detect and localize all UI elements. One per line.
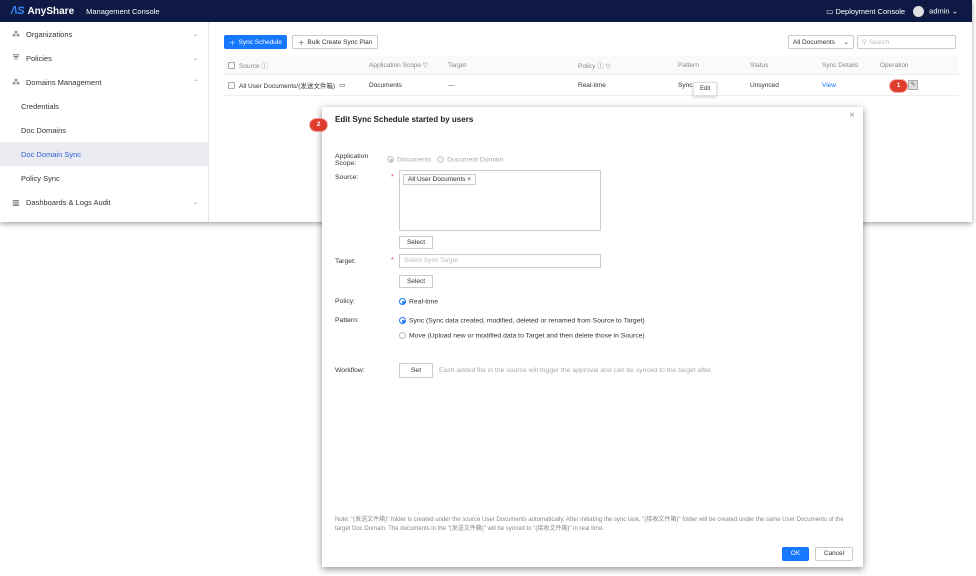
search-icon: ⚲ bbox=[862, 39, 867, 46]
chevron-down-icon: ⌄ bbox=[951, 5, 958, 15]
app-scope-documents-radio: Documents bbox=[387, 156, 431, 164]
source-select-button[interactable]: Select bbox=[399, 236, 433, 249]
domain-icon: ⁂ bbox=[12, 77, 20, 87]
plus-icon: ＋ bbox=[297, 40, 305, 47]
top-bar: /\S AnyShare Management Console ▭ Deploy… bbox=[0, 0, 972, 22]
workflow-row: Workflow: Set Each added file in the sou… bbox=[335, 363, 713, 378]
table-header: Source ⓘ Application Scope ▽ Target Poli… bbox=[224, 56, 959, 75]
view-details-link[interactable]: View bbox=[822, 82, 880, 89]
policy-realtime-radio[interactable]: Real-time bbox=[399, 298, 438, 305]
sidebar-item-doc-domain-sync[interactable]: Doc Domain Sync bbox=[0, 142, 208, 166]
close-icon[interactable]: × bbox=[849, 110, 855, 121]
bulk-create-button[interactable]: ＋ Bulk Create Sync Plan bbox=[291, 35, 379, 49]
col-operation: Operation bbox=[880, 61, 909, 69]
chevron-down-icon: ⌄ bbox=[192, 31, 198, 38]
col-details: Sync Details bbox=[822, 61, 859, 69]
app-scope-domain-radio: Document Domain bbox=[437, 156, 503, 164]
cancel-button[interactable]: Cancel bbox=[815, 547, 853, 561]
required-mark: * bbox=[391, 174, 394, 181]
dialog-title: Edit Sync Schedule started by users bbox=[335, 115, 474, 124]
pattern-sync-radio[interactable]: Sync (Sync data created, modified, delet… bbox=[399, 317, 645, 324]
sync-schedule-button[interactable]: ＋ Sync Schedule bbox=[224, 35, 287, 49]
source-box[interactable]: All User Documents × bbox=[399, 170, 601, 231]
workflow-set-button[interactable]: Set bbox=[399, 363, 433, 378]
edit-sync-dialog: Edit Sync Schedule started by users × Ap… bbox=[322, 107, 863, 567]
pattern-move-row: Move (Upload new or modified data to Tar… bbox=[399, 332, 645, 339]
required-mark: * bbox=[391, 257, 394, 264]
ok-button[interactable]: OK bbox=[782, 547, 809, 561]
workflow-description: Each added file in the source will trigg… bbox=[439, 367, 713, 374]
pattern-row: Pattern: Sync (Sync data created, modifi… bbox=[335, 317, 645, 325]
chevron-down-icon: ⌄ bbox=[192, 55, 198, 62]
chevron-up-icon: ⌃ bbox=[192, 79, 198, 86]
sidebar: ⁂ Organizations ⌄ ⛨ Policies ⌄ ⁂ Domains… bbox=[0, 22, 209, 222]
col-app-scope[interactable]: Application Scope ▽ bbox=[369, 61, 448, 69]
sidebar-item-doc-domains[interactable]: Doc Domains bbox=[0, 118, 208, 142]
sidebar-item-policies[interactable]: ⛨ Policies ⌄ bbox=[0, 46, 208, 70]
org-icon: ⁂ bbox=[12, 29, 20, 39]
step-badge-2: 2 bbox=[310, 119, 327, 131]
policy-row: Policy: Real-time bbox=[335, 298, 439, 306]
avatar bbox=[913, 5, 925, 17]
note-text: Note: "(发送文件箱)" folder is created under … bbox=[335, 517, 844, 532]
plus-icon: ＋ bbox=[229, 40, 236, 47]
sidebar-item-domains-management[interactable]: ⁂ Domains Management ⌃ bbox=[0, 70, 208, 94]
sidebar-item-dashboards[interactable]: ▥ Dashboards & Logs Audit ⌄ bbox=[0, 190, 208, 214]
chart-icon: ▥ bbox=[12, 197, 20, 207]
row-checkbox[interactable] bbox=[228, 81, 235, 89]
edit-tooltip: Edit bbox=[693, 82, 718, 96]
chevron-down-icon: ⌄ bbox=[843, 39, 849, 46]
source-tag[interactable]: All User Documents × bbox=[403, 174, 477, 185]
monitor-icon: ▭ bbox=[826, 6, 834, 16]
anyshare-logo-icon: /\S bbox=[11, 5, 25, 17]
col-status: Status bbox=[750, 61, 769, 69]
console-title: Management Console bbox=[86, 6, 160, 16]
target-label: Target: bbox=[335, 258, 356, 265]
sidebar-item-credentials[interactable]: Credentials bbox=[0, 94, 208, 118]
logo: /\S AnyShare bbox=[11, 5, 74, 17]
scope-select[interactable]: All Documents ⌄ bbox=[788, 35, 854, 49]
pattern-move-radio[interactable]: Move (Upload new or modified data to Tar… bbox=[399, 332, 645, 339]
shield-icon: ⛨ bbox=[13, 53, 19, 62]
col-policy[interactable]: Policy ⓘ ▽ bbox=[578, 60, 678, 70]
select-all-checkbox[interactable] bbox=[228, 61, 235, 69]
deployment-console-link[interactable]: ▭ Deployment Console bbox=[826, 7, 905, 16]
search-input[interactable]: ⚲ Search bbox=[857, 35, 956, 49]
user-menu[interactable]: admin ⌄ bbox=[913, 5, 958, 17]
source-label: Source: bbox=[335, 174, 359, 181]
brand-name: AnyShare bbox=[27, 5, 75, 17]
chevron-down-icon: ⌄ bbox=[192, 199, 198, 206]
sidebar-item-organizations[interactable]: ⁂ Organizations ⌄ bbox=[0, 22, 208, 46]
edit-icon[interactable]: ✎ bbox=[908, 80, 918, 90]
col-pattern: Pattern bbox=[678, 61, 699, 69]
sidebar-item-policy-sync[interactable]: Policy Sync bbox=[0, 166, 208, 190]
table-row: All User Documents/(发送文件箱) ▭ Documents --… bbox=[224, 75, 959, 96]
target-select-button[interactable]: Select bbox=[399, 275, 433, 288]
folder-icon: ▭ bbox=[339, 82, 346, 89]
target-input[interactable]: Select Sync Target bbox=[399, 254, 601, 268]
sync-table: Source ⓘ Application Scope ▽ Target Poli… bbox=[224, 56, 959, 96]
col-target: Target bbox=[448, 61, 467, 69]
step-badge-1: 1 bbox=[890, 80, 907, 92]
app-scope-row: Application Scope: Documents Document Do… bbox=[335, 153, 504, 167]
